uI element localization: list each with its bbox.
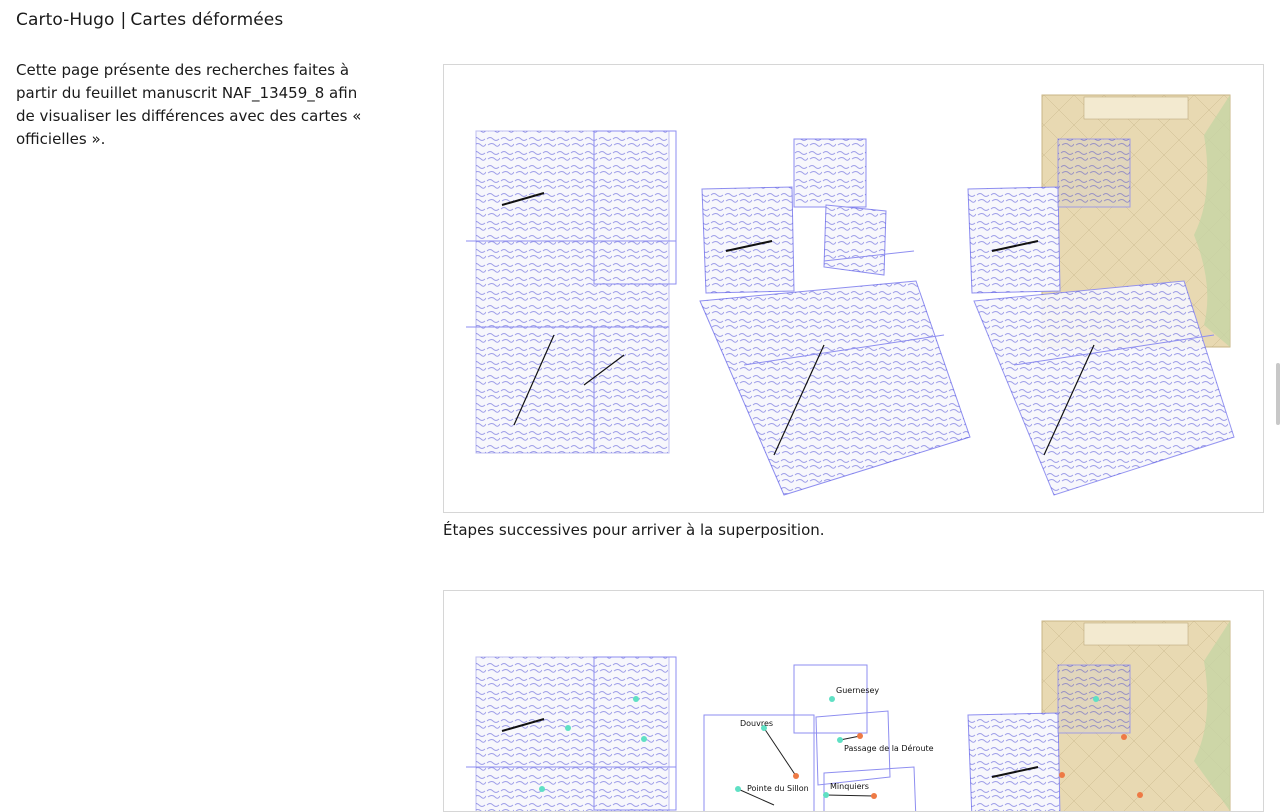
panel-original-with-points: [466, 656, 677, 811]
brand-name[interactable]: Carto-Hugo: [16, 10, 115, 30]
displacement-image: Guernesey Douvres Passage de la Déroute …: [443, 590, 1264, 812]
title-separator: |: [120, 10, 127, 30]
figure-caption: Étapes successives pour arriver à la sup…: [443, 521, 825, 539]
panel-superposition-with-points: [967, 620, 1231, 811]
label-minquiers: Minquiers: [830, 782, 869, 791]
figure-displacement: Guernesey Douvres Passage de la Déroute …: [443, 590, 1264, 812]
label-pointe-sillon: Pointe du Sillon: [747, 784, 809, 793]
figure-stages: Étapes successives pour arriver à la sup…: [443, 64, 1264, 539]
stages-illustration: [466, 94, 1235, 496]
panel-displacement-vectors: Guernesey Douvres Passage de la Déroute …: [703, 664, 934, 811]
label-passage-deroute: Passage de la Déroute: [844, 743, 934, 753]
panel-original-manuscript: [466, 130, 677, 454]
intro-paragraph: Cette page présente des recherches faite…: [16, 61, 362, 148]
stages-image: [443, 64, 1264, 513]
page-scrollbar[interactable]: [1276, 363, 1280, 425]
label-douvres: Douvres: [740, 719, 773, 728]
site-header: Carto-Hugo | Cartes déformées: [16, 10, 283, 30]
page-title: Cartes déformées: [130, 10, 284, 30]
panel-deformed-manuscript: [699, 138, 971, 496]
label-guernesey: Guernesey: [836, 686, 879, 695]
displacement-illustration: Guernesey Douvres Passage de la Déroute …: [466, 620, 1231, 811]
panel-superposition: [967, 94, 1235, 496]
